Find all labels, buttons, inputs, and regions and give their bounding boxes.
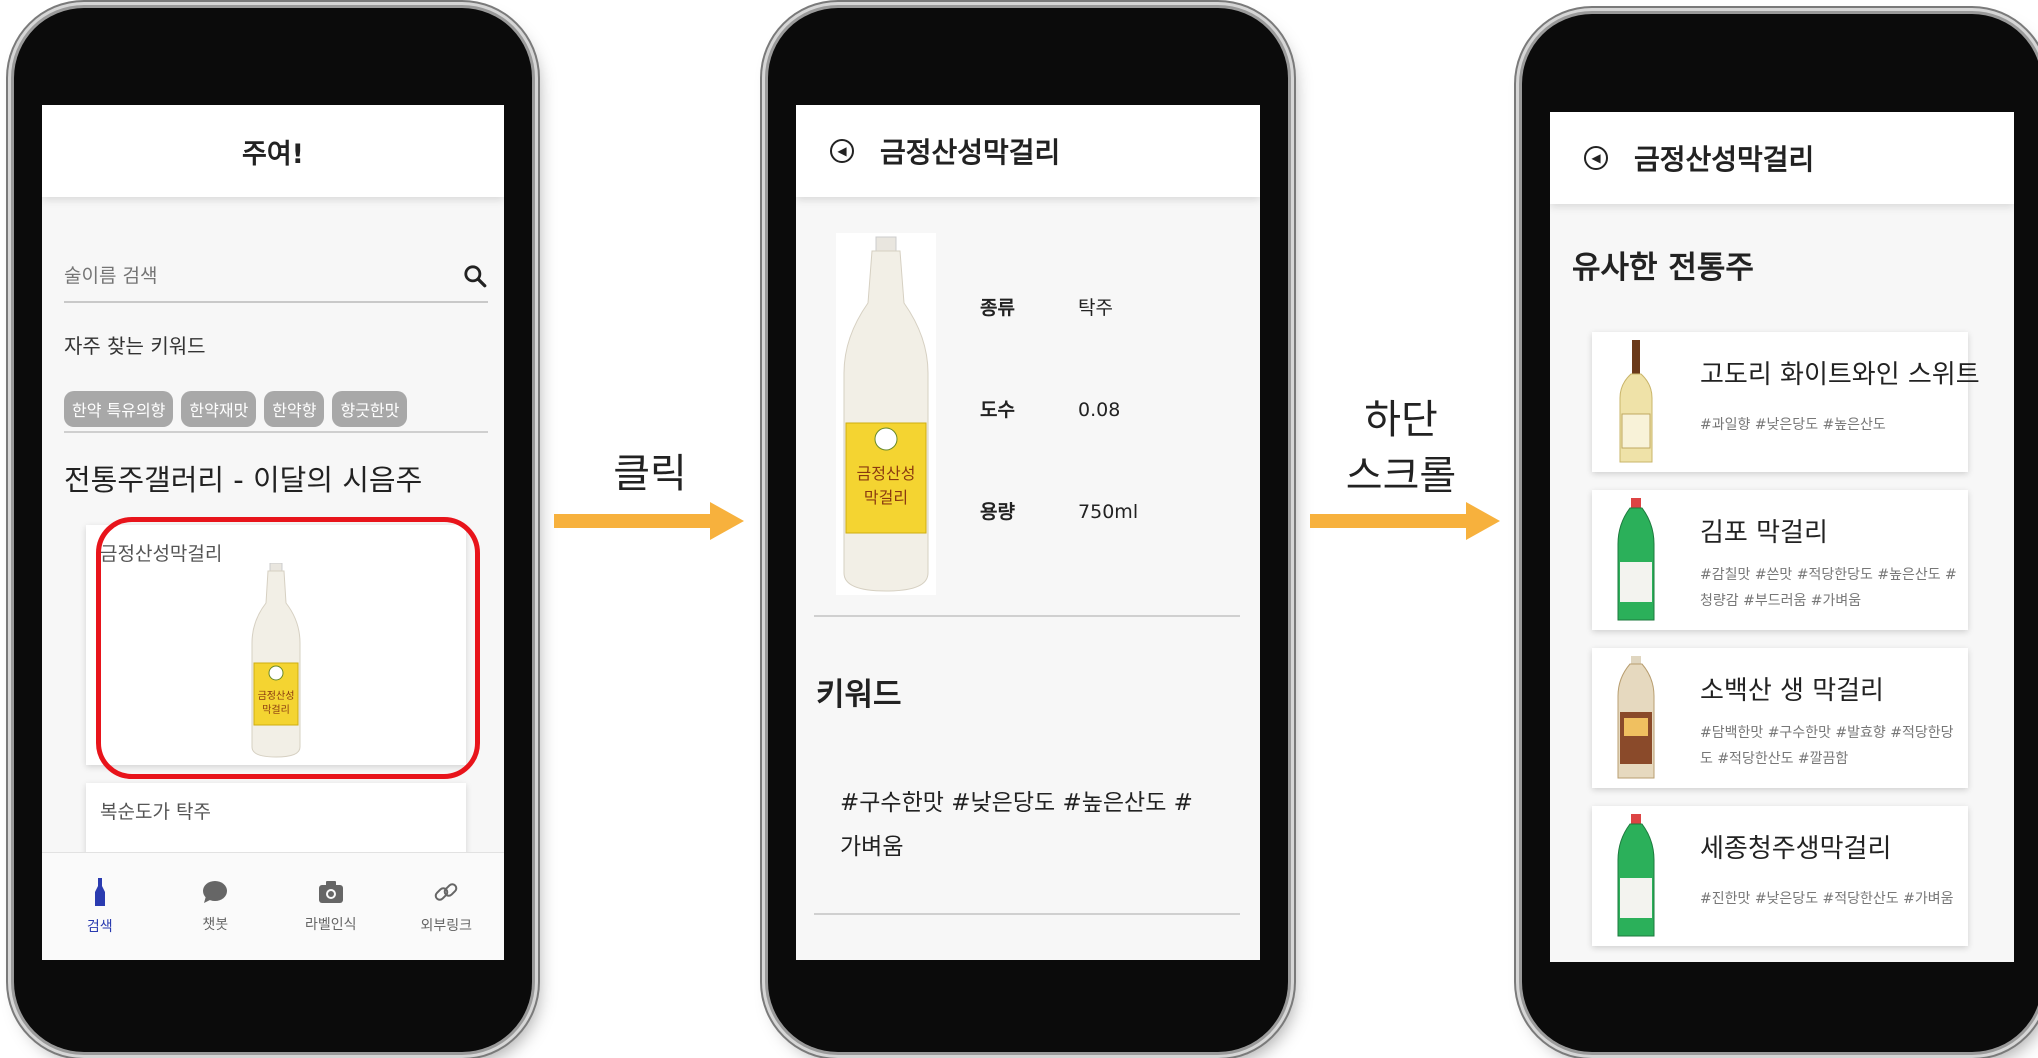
bottom-navigation: 검색 챗봇 라벨인식 외부링크 xyxy=(42,852,504,960)
nav-item-label-recognition[interactable]: 라벨인식 xyxy=(273,853,389,960)
nav-label: 검색 xyxy=(86,918,113,935)
spec-key: 종류 xyxy=(980,297,1015,319)
phone-similar-screen: ◀ 금정산성막걸리 유사한 전통주 고도리 화이트와인 스위트 #과일향 #낮은… xyxy=(1522,14,2038,1052)
app-title: 주여! xyxy=(242,138,304,170)
spec-key: 도수 xyxy=(980,399,1015,421)
divider xyxy=(814,913,1240,915)
green-bottle-image xyxy=(1617,814,1655,937)
back-icon[interactable]: ◀ xyxy=(1584,146,1608,170)
divider xyxy=(814,615,1240,617)
app-header: ◀ 금정산성막걸리 xyxy=(796,105,1260,197)
gallery-card-title: 복순도가 탁주 xyxy=(100,801,211,823)
nav-item-search[interactable]: 검색 xyxy=(42,853,158,960)
search-icon[interactable] xyxy=(462,263,488,289)
similar-drink-card[interactable]: 고도리 화이트와인 스위트 #과일향 #낮은당도 #높은산도 xyxy=(1592,332,1980,472)
right-arrow-icon xyxy=(1310,502,1500,540)
nav-label: 라벨인식 xyxy=(304,916,357,933)
phone-detail-screen: ◀ 금정산성막걸리 금정산성 막걸리 종류 탁주 도수 0.08 용량 750m… xyxy=(768,8,1288,1052)
app-header: ◀ 금정산성막걸리 xyxy=(1550,112,2014,204)
drink-tags: #과일향 #낮은당도 #높은산도 xyxy=(1700,417,1886,433)
spec-value: 탁주 xyxy=(1078,297,1114,319)
svg-text:막걸리: 막걸리 xyxy=(864,488,908,507)
similar-drink-card[interactable]: 김포 막걸리 #감칠맛 #쓴맛 #적당한당도 #높은산도 #청량감 #부드러움 … xyxy=(1592,490,1968,630)
wine-bottle-image xyxy=(1619,340,1653,463)
link-icon xyxy=(434,882,458,901)
right-arrow-icon xyxy=(554,502,744,540)
green-bottle-image xyxy=(1617,498,1655,621)
phone-screen: ◀ 금정산성막걸리 유사한 전통주 고도리 화이트와인 스위트 #과일향 #낮은… xyxy=(1550,112,2014,962)
nav-label: 외부링크 xyxy=(420,917,473,934)
page-title: 금정산성막걸리 xyxy=(1634,143,1815,176)
makgeolli-bottle-image: 금정산성 막걸리 xyxy=(843,236,929,592)
selection-highlight xyxy=(96,517,480,779)
nav-item-chatbot[interactable]: 챗봇 xyxy=(158,853,274,960)
frequent-keywords-title: 자주 찾는 키워드 xyxy=(64,334,206,358)
keyword-heading: 키워드 xyxy=(816,677,902,713)
drink-tags: #담백한맛 #구수한맛 #발효향 #적당한당도 #적당한산도 #깔끔함 xyxy=(1700,725,1954,767)
nav-item-external-link[interactable]: 외부링크 xyxy=(389,853,505,960)
drink-tags: #진한맛 #낮은당도 #적당한산도 #가벼움 xyxy=(1700,891,1954,907)
bottle-icon xyxy=(94,877,105,906)
chat-bubble-icon xyxy=(203,880,228,903)
similar-drink-card[interactable]: 세종청주생막걸리 #진한맛 #낮은당도 #적당한산도 #가벼움 xyxy=(1592,806,1968,946)
spec-row-abv: 도수 0.08 xyxy=(980,395,1120,422)
scroll-annotation-label: 하단 스크롤 xyxy=(1316,392,1486,504)
page-title: 금정산성막걸리 xyxy=(880,136,1061,169)
back-icon[interactable]: ◀ xyxy=(830,139,854,163)
scroll-label-line2: 스크롤 xyxy=(1345,453,1457,499)
drink-tags: #감칠맛 #쓴맛 #적당한당도 #높은산도 #청량감 #부드러움 #가벼움 xyxy=(1700,567,1957,609)
keyword-chip-list: 한약 특유의향 한약재맛 한약향 향긋한맛 xyxy=(64,391,488,433)
search-input[interactable] xyxy=(64,265,424,287)
spec-value: 0.08 xyxy=(1078,399,1121,421)
phone-screen: 주여! 자주 찾는 키워드 한약 특유의향 한약재맛 한약향 향긋한맛 전통주갤… xyxy=(42,105,504,960)
scroll-label-line1: 하단 xyxy=(1364,397,1438,443)
click-annotation-label: 클릭 xyxy=(613,451,687,497)
keyword-chip[interactable]: 한약향 xyxy=(264,391,325,427)
drink-name: 소백산 생 막걸리 xyxy=(1700,676,1884,706)
keyword-chip[interactable]: 향긋한맛 xyxy=(332,391,408,427)
keyword-chip[interactable]: 한약재맛 xyxy=(181,391,257,427)
product-image: 금정산성 막걸리 xyxy=(836,233,936,595)
spec-row-volume: 용량 750ml xyxy=(980,497,1138,524)
search-bar[interactable] xyxy=(64,251,488,303)
spec-row-type: 종류 탁주 xyxy=(980,293,1113,320)
keyword-text: #구수한맛 #낮은당도 #높은산도 #가벼움 xyxy=(840,790,1193,860)
spec-value: 750ml xyxy=(1078,501,1139,523)
nav-label: 챗봇 xyxy=(202,916,229,933)
similar-drinks-title: 유사한 전통주 xyxy=(1572,250,1754,286)
similar-drink-card[interactable]: 소백산 생 막걸리 #담백한맛 #구수한맛 #발효향 #적당한당도 #적당한산도… xyxy=(1592,648,1968,788)
svg-text:금정산성: 금정산성 xyxy=(857,464,916,483)
gallery-title: 전통주갤러리 - 이달의 시음주 xyxy=(64,463,423,497)
drink-name: 김포 막걸리 xyxy=(1700,518,1828,548)
drink-name: 세종청주생막걸리 xyxy=(1700,834,1892,864)
makgeolli-bottle-image xyxy=(1617,656,1655,779)
drink-name: 고도리 화이트와인 스위트 xyxy=(1700,360,1980,390)
keyword-chip[interactable]: 한약 특유의향 xyxy=(64,391,174,427)
spec-key: 용량 xyxy=(980,501,1015,523)
phone-search-screen: 주여! 자주 찾는 키워드 한약 특유의향 한약재맛 한약향 향긋한맛 전통주갤… xyxy=(14,8,532,1052)
phone-screen: ◀ 금정산성막걸리 금정산성 막걸리 종류 탁주 도수 0.08 용량 750m… xyxy=(796,105,1260,960)
app-header: 주여! xyxy=(42,105,504,197)
camera-icon xyxy=(318,880,343,903)
